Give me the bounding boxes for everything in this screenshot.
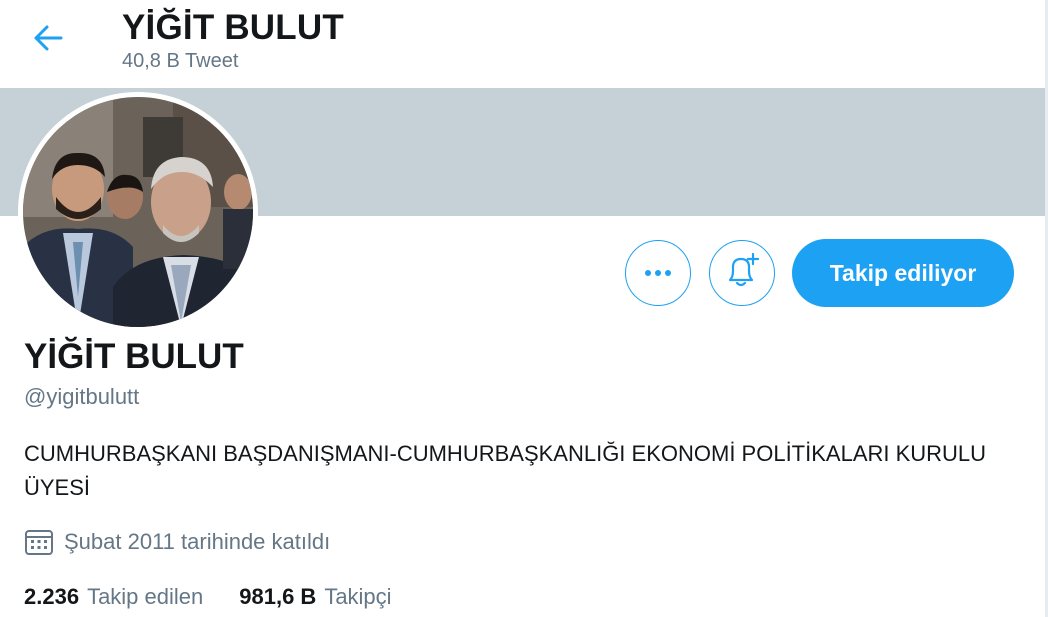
following-button[interactable]: Takip ediliyor	[792, 239, 1014, 307]
following-link[interactable]: 2.236 Takip edilen	[24, 584, 203, 610]
profile-handle: @yigitbulutt	[24, 384, 140, 409]
calendar-icon	[24, 528, 54, 556]
more-icon	[645, 264, 671, 282]
more-button[interactable]	[625, 240, 691, 306]
back-button[interactable]	[22, 18, 74, 62]
followers-count: 981,6 B	[239, 584, 317, 609]
notifications-button[interactable]	[709, 240, 775, 306]
avatar[interactable]	[18, 92, 258, 332]
following-label: Takip edilen	[87, 584, 204, 609]
profile-bio: CUMHURBAŞKANI BAŞDANIŞMANI-CUMHURBAŞKANL…	[24, 441, 987, 500]
followers-link[interactable]: 981,6 B Takipçi	[239, 584, 391, 610]
profile-stats: 2.236 Takip edilen 981,6 B Takipçi	[24, 584, 428, 610]
arrow-left-icon	[33, 25, 63, 56]
top-header: YİĞİT BULUT 40,8 B Tweet	[0, 0, 1045, 88]
profile-name: YİĞİT BULUT	[24, 337, 244, 376]
header-title: YİĞİT BULUT	[122, 8, 344, 47]
tweet-count: 40,8 B Tweet	[122, 50, 239, 72]
joined-date: Şubat 2011 tarihinde katıldı	[24, 528, 330, 556]
bell-plus-icon	[722, 251, 762, 296]
avatar-photo	[23, 97, 253, 327]
following-count: 2.236	[24, 584, 80, 609]
profile-page: YİĞİT BULUT 40,8 B Tweet Takip ediliyor …	[0, 0, 1048, 617]
followers-label: Takipçi	[324, 584, 392, 609]
joined-text: Şubat 2011 tarihinde katıldı	[64, 529, 331, 554]
